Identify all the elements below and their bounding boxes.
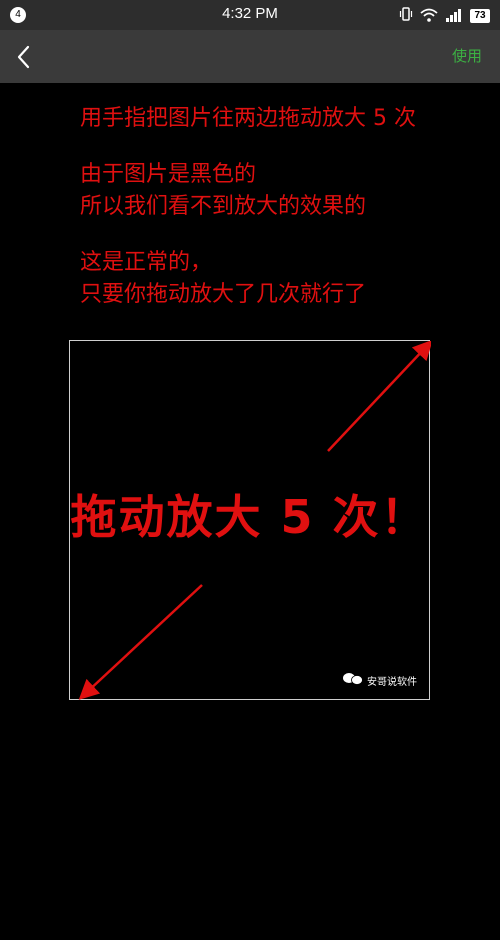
wechat-icon [342,672,364,689]
instruction-text: 用手指把图片往两边拖动放大 5 次 由于图片是黑色的 所以我们看不到放大的效果的… [80,103,490,311]
use-button[interactable]: 使用 [452,45,482,66]
watermark-text: 安哥说软件 [367,677,417,688]
instruction-line: 由于图片是黑色的 [80,162,257,187]
instruction-line: 所以我们看不到放大的效果的 [80,194,367,219]
chevron-left-icon [8,45,44,79]
image-headline: 拖动放大 5 次！ [70,490,429,544]
instruction-line: 用手指把图片往两边拖动放大 5 次 [80,106,416,131]
signal-icon [445,7,463,26]
status-icons: 73 [399,6,490,26]
zoomable-image[interactable]: 拖动放大 5 次！ 安哥说软件 [69,340,431,700]
image-preview-area[interactable]: 用手指把图片往两边拖动放大 5 次 由于图片是黑色的 所以我们看不到放大的效果的… [0,83,500,940]
wifi-icon [420,7,438,26]
battery-indicator: 73 [470,9,490,23]
instruction-line: 这是正常的， [80,250,213,275]
watermark: 安哥说软件 [342,672,417,689]
app-bar: 使用 [0,30,500,83]
vibrate-icon [399,6,413,26]
instruction-line: 只要你拖动放大了几次就行了 [80,282,367,307]
back-button[interactable] [8,39,44,75]
status-bar: 4 4:32 PM 73 [0,0,500,30]
